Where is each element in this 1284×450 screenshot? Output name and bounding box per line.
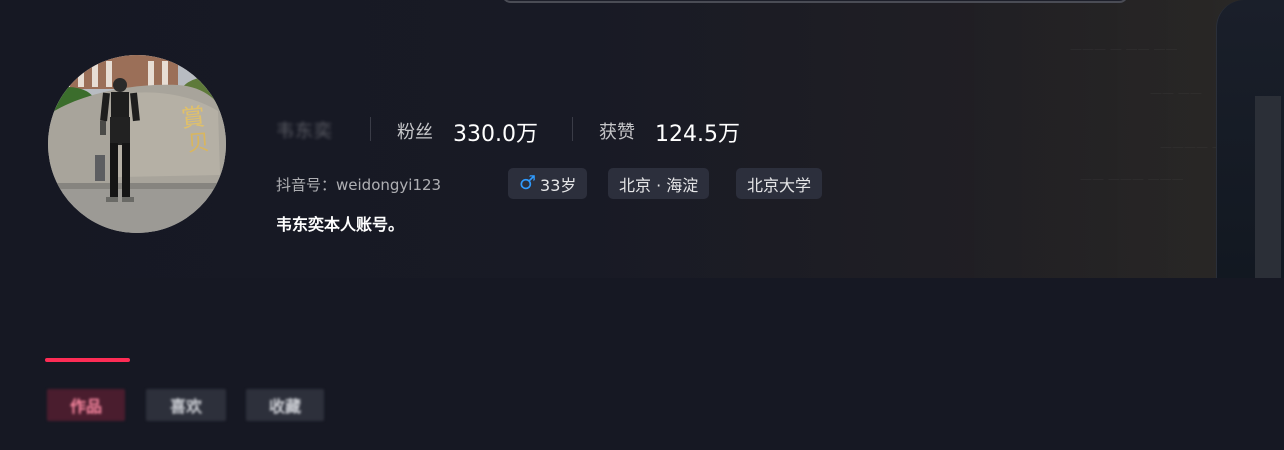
tab-likes[interactable]: 喜欢 xyxy=(146,389,226,421)
tab-favorites[interactable]: 收藏 xyxy=(246,389,324,421)
header-background-figure xyxy=(1216,0,1284,278)
school-tag[interactable]: 北京大学 xyxy=(736,168,823,199)
followers-count[interactable]: 330.0万 xyxy=(453,116,538,148)
stat-divider xyxy=(572,117,573,141)
followers-label: 粉丝 xyxy=(397,122,433,143)
location-text: 北京 · 海淀 xyxy=(619,175,699,195)
gender-age-tag: ♂ 33岁 xyxy=(508,168,588,199)
active-tab-indicator xyxy=(45,358,130,362)
age-text: 33岁 xyxy=(540,175,577,195)
male-icon: ♂ xyxy=(519,172,537,194)
likes-count: 124.5万 xyxy=(655,122,740,147)
douyin-id-label: 抖音号： xyxy=(276,176,337,194)
search-bar[interactable] xyxy=(502,0,1128,3)
bio: 韦东奕本人账号。 xyxy=(276,215,405,234)
avatar[interactable]: 賞 贝 xyxy=(48,55,226,233)
douyin-id: 抖音号：weidongyi123 xyxy=(276,174,441,195)
stat-divider xyxy=(370,117,371,141)
svg-text:贝: 贝 xyxy=(187,131,211,157)
likes-label: 获赞 xyxy=(599,122,635,143)
svg-text:賞: 賞 xyxy=(180,103,207,133)
douyin-id-value[interactable]: weidongyi123 xyxy=(336,176,441,194)
avatar-photo: 賞 贝 xyxy=(48,55,226,233)
profile-page: ——— — —— —— —— —— ———— — —— ——— ——— 賞 贝 xyxy=(0,0,1284,450)
tab-works[interactable]: 作品 xyxy=(47,389,125,421)
location-tag: 北京 · 海淀 xyxy=(608,168,710,199)
school-text: 北京大学 xyxy=(747,175,812,195)
background-texture: ——— — —— —— xyxy=(1070,42,1177,56)
nickname: 韦东奕 xyxy=(276,121,333,142)
